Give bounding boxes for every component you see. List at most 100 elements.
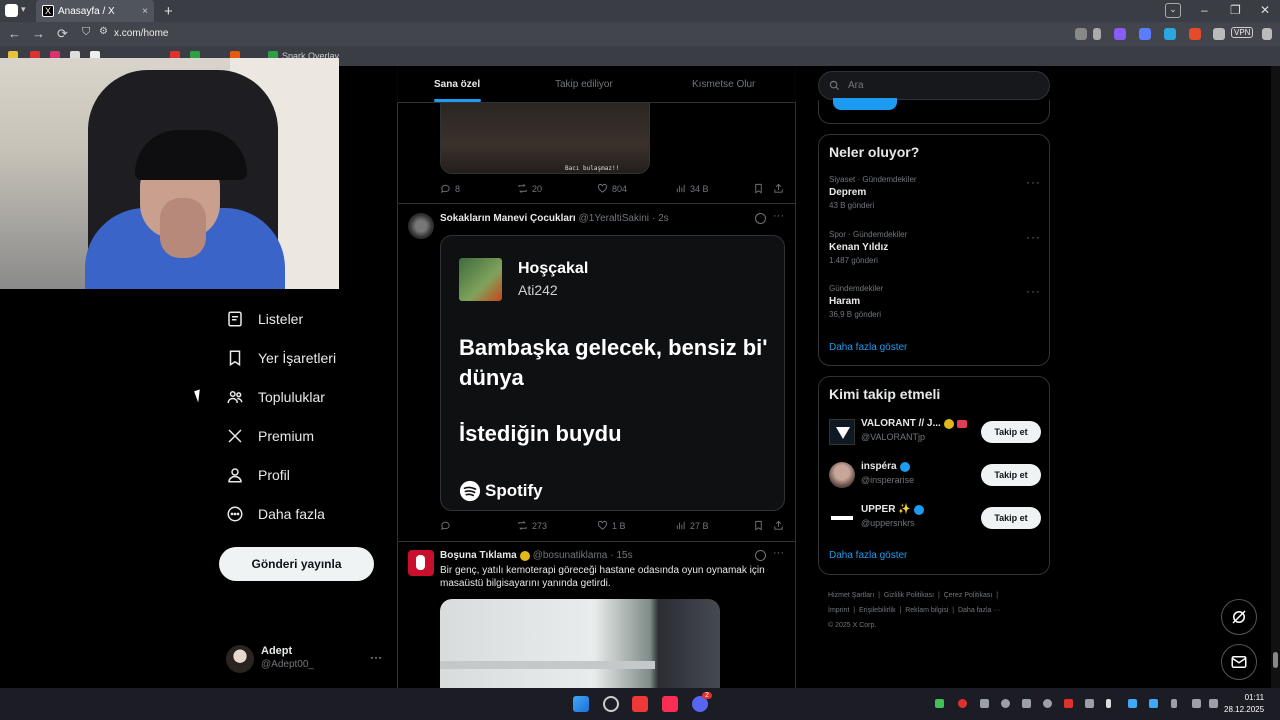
tray-icon-4[interactable] <box>1001 699 1010 708</box>
post1-share-action[interactable] <box>773 520 784 531</box>
footer-link[interactable]: Daha fazla ··· <box>958 607 1000 614</box>
post2-more-icon[interactable]: ··· <box>773 547 784 559</box>
tab-dropdown-icon[interactable]: ⌄ <box>1165 3 1181 18</box>
footer-link[interactable]: Erişilebilirlik <box>859 607 896 614</box>
account-avatar[interactable] <box>226 645 254 673</box>
tray-icon-9[interactable] <box>1106 699 1111 708</box>
new-tab-button[interactable]: + <box>164 3 173 20</box>
back-icon[interactable]: ← <box>8 26 21 41</box>
trend-item[interactable]: Gündemdekiler Haram 36,9 B gönderi ··· <box>829 284 1041 319</box>
grok-icon[interactable] <box>755 213 766 224</box>
reload-icon[interactable]: ⟳ <box>57 26 68 42</box>
post2-author[interactable]: Boşuna Tıklama <box>440 550 517 561</box>
trend-item[interactable]: Spor · Gündemdekiler Kenan Yıldız 1.487 … <box>829 230 1041 265</box>
extension-purple-icon[interactable] <box>1114 28 1126 40</box>
site-settings-icon[interactable]: ⚙ <box>99 26 108 37</box>
post1-like-action[interactable]: 1 B <box>597 520 626 531</box>
nav-item-premium[interactable]: Premium <box>226 424 314 448</box>
post1-more-icon[interactable]: ··· <box>773 210 784 222</box>
bookmark-page-icon[interactable] <box>1093 28 1101 40</box>
shield-icon[interactable]: ⛉ <box>82 26 90 39</box>
tray-icon-10[interactable] <box>1128 699 1137 708</box>
reply-action[interactable]: 8 <box>440 183 460 194</box>
account-handle[interactable]: @Adept00_ <box>261 659 314 670</box>
music-taskbar-icon[interactable] <box>662 696 678 712</box>
tab-for-you[interactable]: Sana özel <box>434 79 480 90</box>
follow-button[interactable]: Takip et <box>981 464 1041 486</box>
account-more-button[interactable]: ··· <box>370 650 382 664</box>
tab-kismetse-olur[interactable]: Kısmetse Olur <box>692 79 755 90</box>
post2-handle[interactable]: @bosunatiklama <box>533 550 608 561</box>
follow-button[interactable]: Takip et <box>981 421 1041 443</box>
vivaldi-menu-icon[interactable] <box>5 4 18 17</box>
post1-handle[interactable]: @1YeraltiSakini <box>579 213 649 224</box>
post1-reply-action[interactable] <box>440 520 455 531</box>
volume-icon[interactable] <box>1209 699 1218 708</box>
tray-icon-7[interactable] <box>1064 699 1073 708</box>
tray-icon-1[interactable] <box>935 699 944 708</box>
trend-more-icon[interactable]: ··· <box>1026 284 1041 298</box>
minimize-icon[interactable]: – <box>1201 3 1208 17</box>
follow-suggestion[interactable]: UPPER ✨ @uppersnkrs Takip et <box>829 504 1041 534</box>
vivaldi-taskbar-icon[interactable] <box>632 696 648 712</box>
tray-icon-2[interactable] <box>958 699 967 708</box>
close-window-icon[interactable]: ✕ <box>1260 3 1270 17</box>
follow-show-more-link[interactable]: Daha fazla göster <box>829 550 907 561</box>
nav-item-communities[interactable]: Topluluklar <box>226 385 325 409</box>
repost-action[interactable]: 20 <box>517 183 542 194</box>
display-icon[interactable] <box>1192 699 1201 708</box>
scrollbar-thumb[interactable] <box>1273 652 1278 668</box>
trend-item[interactable]: Siyaset · Gündemdekiler Deprem 43 B gönd… <box>829 175 1041 210</box>
post2-time[interactable]: · 15s <box>610 550 632 561</box>
follow-suggestion[interactable]: VALORANT // J... @VALORANTjp Takip et <box>829 418 1041 448</box>
messages-fab-button[interactable] <box>1221 644 1257 680</box>
search-input[interactable]: Ara <box>818 71 1050 100</box>
bookmark-action[interactable] <box>753 183 764 194</box>
grok-icon[interactable] <box>755 550 766 561</box>
url-field[interactable]: x.com/home <box>114 28 168 39</box>
views-action[interactable]: 34 B <box>675 183 709 194</box>
windows-start-icon[interactable] <box>573 696 589 712</box>
trends-show-more-link[interactable]: Daha fazla göster <box>829 342 907 353</box>
trend-more-icon[interactable]: ··· <box>1026 230 1041 244</box>
tray-icon-6[interactable] <box>1043 699 1052 708</box>
follow-suggestion[interactable]: inspéra @insperarise Takip et <box>829 461 1041 491</box>
post1-avatar[interactable] <box>408 213 434 239</box>
tray-icon-8[interactable] <box>1085 699 1094 708</box>
account-name[interactable]: Adept <box>261 645 292 657</box>
nav-item-more[interactable]: Daha fazla <box>226 502 325 526</box>
nav-item-lists[interactable]: Listeler <box>226 307 303 331</box>
tab-following[interactable]: Takip ediliyor <box>555 79 613 90</box>
tray-icon-3[interactable] <box>980 699 989 708</box>
spotify-lyrics-card[interactable]: Hoşçakal Ati242 Bambaşka gelecek, bensiz… <box>440 235 785 511</box>
post1-time[interactable]: · 2s <box>652 213 669 224</box>
follow-button[interactable]: Takip et <box>981 507 1041 529</box>
post2-avatar[interactable] <box>408 550 434 576</box>
broadcast-icon[interactable] <box>1075 28 1087 40</box>
download-icon[interactable] <box>1262 28 1272 40</box>
tab-list-chevron-icon[interactable]: ▾ <box>21 4 26 15</box>
footer-link[interactable]: Gizlilik Politikası <box>884 592 934 599</box>
tray-icon-5[interactable] <box>1022 699 1031 708</box>
bluetooth-icon[interactable] <box>1149 699 1158 708</box>
mic-icon[interactable] <box>1171 699 1177 708</box>
browser-tab-active[interactable]: X Anasayfa / X × <box>36 0 154 22</box>
post1-views-action[interactable]: 27 B <box>675 520 709 531</box>
tab-close-icon[interactable]: × <box>142 6 148 17</box>
subscribe-button-partial[interactable] <box>833 98 897 110</box>
app-icon-circle[interactable] <box>603 696 619 712</box>
nav-item-bookmarks[interactable]: Yer İşaretleri <box>226 346 336 370</box>
extensions-puzzle-icon[interactable] <box>1213 28 1225 40</box>
post1-repost-action[interactable]: 273 <box>517 520 547 531</box>
trend-more-icon[interactable]: ··· <box>1026 175 1041 189</box>
footer-link[interactable]: Çerez Politikası <box>944 592 993 599</box>
extension-blue-icon[interactable] <box>1139 28 1151 40</box>
taskbar-clock[interactable]: 01:11 28.12.2025 <box>1224 692 1264 716</box>
grok-fab-button[interactable] <box>1221 599 1257 635</box>
footer-link[interactable]: Hizmet Şartları <box>828 592 874 599</box>
extension-red-icon[interactable] <box>1189 28 1201 40</box>
footer-link[interactable]: Reklam bilgisi <box>905 607 948 614</box>
page-scrollbar[interactable] <box>1271 66 1280 688</box>
post1-bookmark-action[interactable] <box>753 520 764 531</box>
post1-author[interactable]: Sokakların Manevi Çocukları <box>440 213 576 224</box>
